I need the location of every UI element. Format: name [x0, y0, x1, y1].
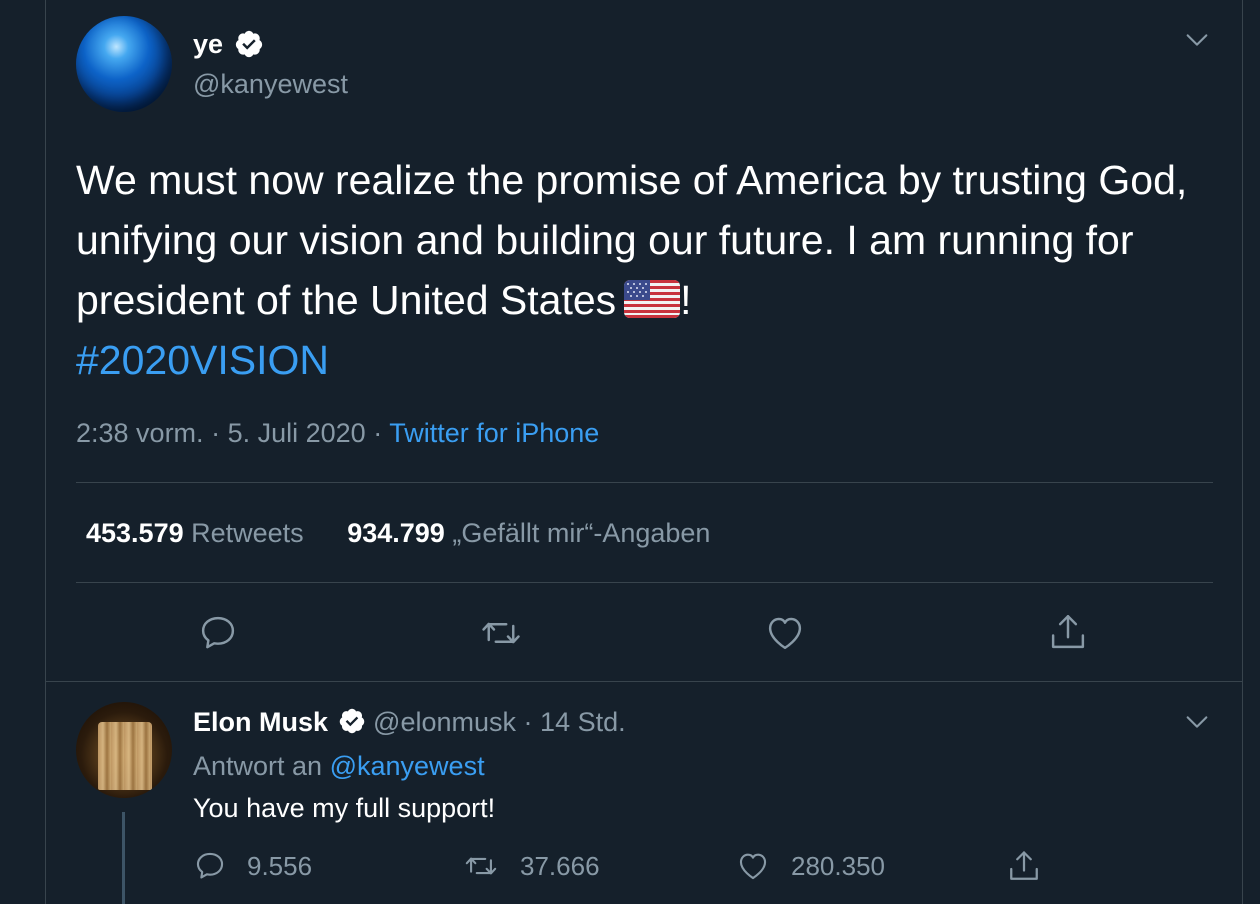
divider — [76, 582, 1213, 583]
share-icon — [1010, 851, 1038, 880]
retweet-icon[interactable] — [478, 612, 524, 654]
verified-badge-icon — [339, 708, 364, 734]
author-handle[interactable]: @kanyewest — [193, 68, 348, 100]
reply-retweet-action[interactable]: 37.666 — [462, 846, 600, 886]
reply-author-handle[interactable]: @elonmusk — [373, 707, 516, 737]
reply-like-action[interactable]: 280.350 — [735, 846, 885, 886]
reply-to-prefix: Antwort an — [193, 751, 323, 781]
heart-icon[interactable] — [764, 612, 806, 654]
reply-header: Elon Musk @elonmusk · 14 Std. — [193, 705, 626, 739]
verified-badge-icon — [235, 30, 263, 58]
reply-bubble-icon — [196, 852, 224, 879]
tweet-time[interactable]: 2:38 vorm. — [76, 418, 204, 448]
avatar[interactable] — [76, 16, 172, 112]
tweet-body-suffix: ! — [680, 277, 692, 323]
retweet-count: 37.666 — [520, 850, 600, 881]
reply-text: You have my full support! — [193, 793, 496, 823]
author-display-name[interactable]: ye — [193, 28, 223, 60]
reply-count: 9.556 — [247, 850, 313, 881]
reply-share-action[interactable] — [1006, 846, 1042, 886]
avatar-image — [98, 722, 152, 790]
likes-stat[interactable]: 934.799 „Gefällt mir“-Angaben — [347, 516, 710, 550]
retweets-stat[interactable]: 453.579 Retweets — [86, 516, 304, 550]
heart-icon — [739, 853, 767, 880]
reply-to-line: Antwort an @kanyewest — [193, 749, 485, 783]
avatar[interactable] — [76, 702, 172, 798]
retweets-label: Retweets — [191, 518, 304, 548]
reply-reply-action[interactable]: 9.556 — [193, 846, 312, 886]
divider — [45, 681, 1243, 682]
likes-count: 934.799 — [347, 518, 445, 548]
likes-label: „Gefällt mir“-Angaben — [452, 518, 711, 548]
meta-separator: · — [373, 418, 383, 448]
tweet-meta: 2:38 vorm. · 5. Juli 2020 · Twitter for … — [76, 416, 599, 450]
reply-bubble-icon[interactable] — [197, 612, 239, 654]
us-flag-emoji — [624, 280, 681, 318]
hashtag-link[interactable]: #2020VISION — [76, 337, 329, 383]
meta-separator: · — [211, 418, 221, 448]
meta-separator: · — [523, 707, 533, 737]
share-icon[interactable] — [1047, 610, 1089, 654]
like-count: 280.350 — [791, 850, 885, 881]
tweet-text: We must now realize the promise of Ameri… — [76, 150, 1196, 390]
chevron-down-icon[interactable] — [1183, 708, 1211, 736]
retweet-icon — [465, 857, 497, 875]
reply-time[interactable]: 14 Std. — [540, 707, 626, 737]
retweets-count: 453.579 — [86, 518, 184, 548]
tweet-date[interactable]: 5. Juli 2020 — [228, 418, 366, 448]
chevron-down-icon[interactable] — [1183, 26, 1211, 54]
tweet-stats: 453.579 Retweets 934.799 „Gefällt mir“-A… — [86, 516, 746, 550]
thread-line — [122, 812, 125, 904]
reply-to-mention[interactable]: @kanyewest — [330, 751, 485, 781]
divider — [76, 482, 1213, 483]
reply-author-name[interactable]: Elon Musk — [193, 707, 328, 737]
tweet-source-link[interactable]: Twitter for iPhone — [389, 418, 599, 448]
